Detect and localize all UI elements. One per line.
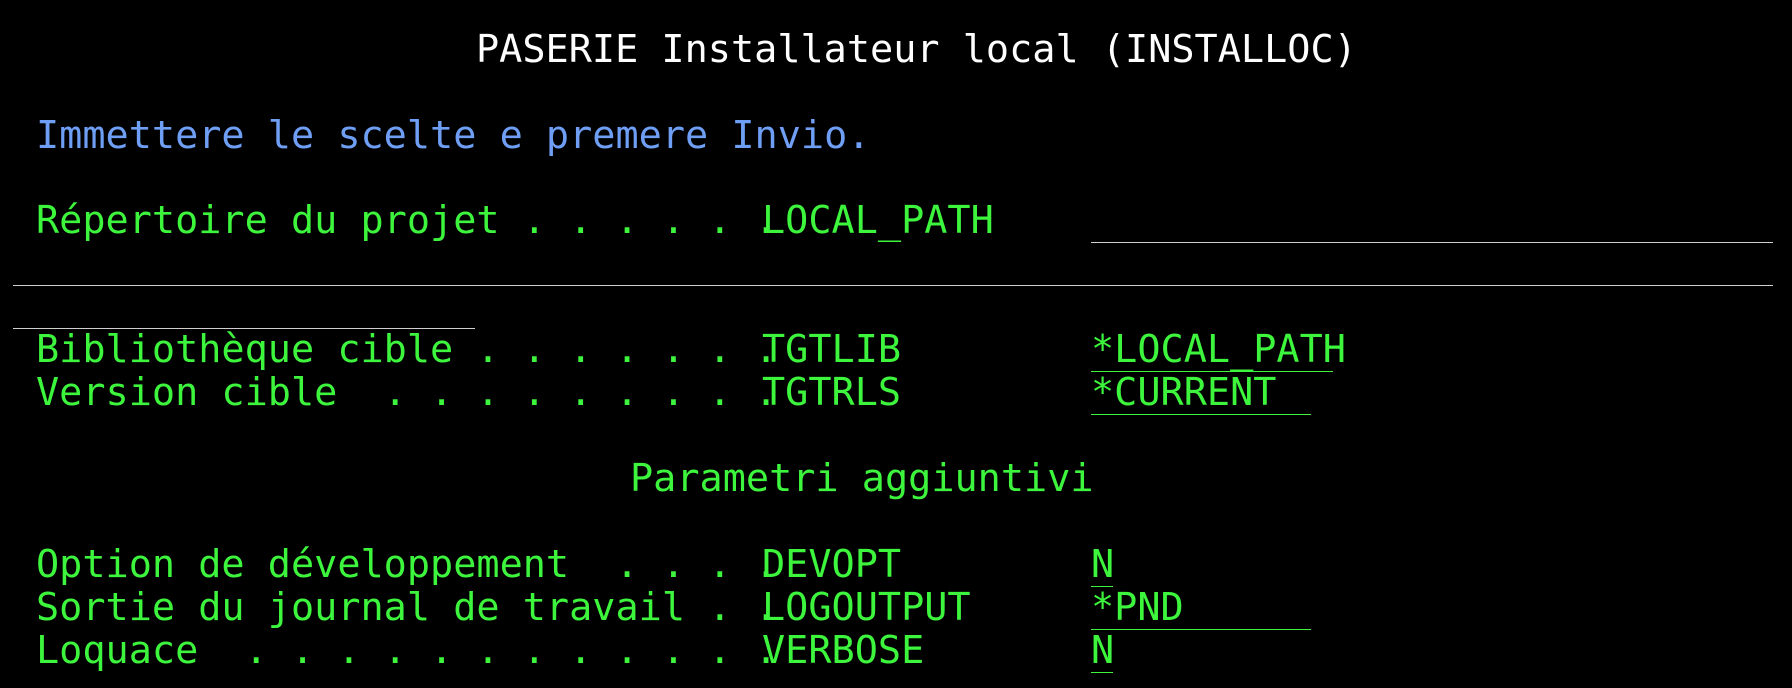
terminal-screen: PASERIE Installateur local (INSTALLOC) I… — [0, 0, 1792, 688]
section-header-additional-params: Parametri aggiuntivi — [630, 456, 1094, 501]
tgtlib-input[interactable]: *LOCAL_PATH — [1091, 328, 1346, 372]
param-keyword-verbose: VERBOSE — [762, 628, 925, 673]
instruction-text: Immettere le scelte e premere Invio. — [36, 113, 871, 158]
param-keyword-logoutput: LOGOUTPUT — [762, 585, 971, 630]
param-label-tgtrls: Version cible . . . . . . . . . — [36, 370, 778, 415]
tgtrls-input[interactable]: *CURRENT — [1091, 371, 1311, 415]
local-path-input-line-2[interactable] — [13, 285, 1773, 286]
local-path-input-line-1[interactable] — [1091, 242, 1773, 243]
param-label-logoutput: Sortie du journal de travail . . — [36, 585, 778, 630]
param-label-local-path: Répertoire du projet . . . . . . — [36, 198, 778, 243]
devopt-input[interactable]: N — [1091, 543, 1114, 587]
param-keyword-tgtlib: TGTLIB — [762, 327, 902, 372]
verbose-input[interactable]: N — [1091, 629, 1114, 673]
param-keyword-local-path: LOCAL_PATH — [762, 198, 994, 243]
logoutput-input[interactable]: *PND — [1091, 586, 1311, 630]
param-keyword-devopt: DEVOPT — [762, 542, 902, 587]
param-label-devopt: Option de développement . . . . — [36, 542, 778, 587]
screen-title: PASERIE Installateur local (INSTALLOC) — [476, 27, 1357, 72]
param-label-tgtlib: Bibliothèque cible . . . . . . . — [36, 327, 778, 372]
param-keyword-tgtrls: TGTRLS — [762, 370, 902, 415]
param-label-verbose: Loquace . . . . . . . . . . . . — [36, 628, 778, 673]
